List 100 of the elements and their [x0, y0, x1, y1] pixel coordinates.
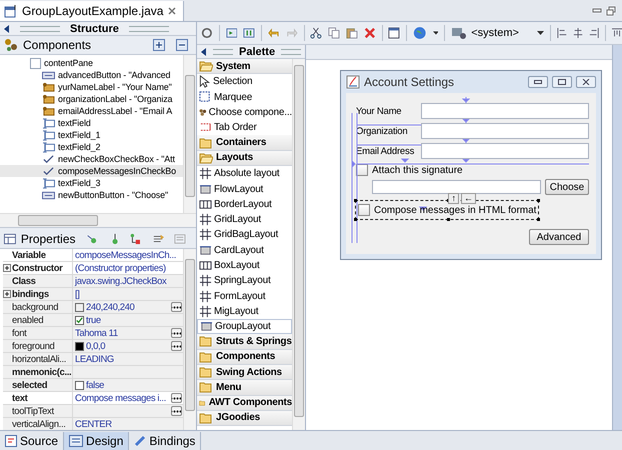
align-center-icon[interactable]	[572, 27, 583, 39]
expand-icon[interactable]	[3, 264, 11, 272]
undo-icon[interactable]	[268, 26, 280, 40]
minimize-button[interactable]	[528, 76, 548, 88]
palette-item[interactable]: SpringLayout	[197, 273, 292, 288]
scrollbar[interactable]	[0, 213, 196, 227]
palette-item[interactable]: CardLayout	[197, 242, 292, 258]
scrollbar[interactable]	[292, 59, 305, 430]
property-row[interactable]: selected false	[3, 379, 183, 392]
palette-category[interactable]: Components	[197, 350, 292, 365]
palette-item[interactable]: Selection	[197, 74, 292, 90]
scrollbar[interactable]	[183, 249, 196, 430]
tree-item[interactable]: newCheckBoxCheckBox - "Att	[0, 153, 183, 165]
editor-mode-tab[interactable]: Design	[64, 432, 130, 450]
checkbox[interactable]	[75, 316, 84, 324]
tree-item[interactable]: emailAddressLabel - "Email A	[0, 105, 183, 117]
tree-item[interactable]: yurNameLabel - "Your Name"	[0, 81, 183, 93]
palette-category[interactable]: Containers	[197, 135, 292, 151]
scrollbar[interactable]	[183, 55, 196, 213]
collapse-icon[interactable]	[4, 24, 10, 32]
palette-category[interactable]: Menu	[197, 380, 292, 396]
ellipsis-button[interactable]	[171, 406, 182, 416]
paste-icon[interactable]	[346, 26, 358, 40]
expand-icon[interactable]	[3, 290, 11, 298]
tree-item[interactable]: composeMessagesInCheckBo	[0, 165, 183, 177]
palette-item[interactable]: FlowLayout	[197, 181, 292, 197]
property-row[interactable]: enabled true	[3, 314, 183, 327]
align-right-icon[interactable]	[588, 27, 600, 39]
choose-button[interactable]: Choose	[545, 179, 589, 195]
anchor-button[interactable]: ↑	[448, 193, 459, 204]
maximize-button[interactable]	[552, 76, 572, 88]
checkbox[interactable]	[75, 380, 84, 390]
tree-item[interactable]: textField_1	[0, 129, 183, 141]
tree-item[interactable]: textField	[0, 117, 183, 129]
dropdown-arrow-icon[interactable]	[432, 31, 438, 35]
palette-item[interactable]: MigLayout	[197, 304, 292, 320]
palette-item[interactable]: GridLayout	[197, 212, 292, 228]
restore-icon[interactable]	[606, 6, 616, 16]
anchor-button[interactable]: ←	[460, 193, 476, 204]
tree-item[interactable]: newButtonButton - "Choose"	[0, 189, 183, 201]
palette-item[interactable]: BoxLayout	[197, 258, 292, 274]
expand-all-icon[interactable]	[153, 39, 165, 51]
palette-item[interactable]: BorderLayout	[197, 196, 292, 212]
palette-category[interactable]: Layouts	[197, 150, 292, 166]
palette-category[interactable]: JGoodies	[197, 410, 292, 426]
property-row[interactable]: foreground 0,0,0	[3, 340, 183, 353]
ellipsis-button[interactable]	[171, 341, 182, 351]
property-row[interactable]: horizontalAli... LEADING	[3, 353, 183, 366]
compose-checkbox[interactable]: Compose messages in HTML format	[356, 201, 538, 219]
cut-icon[interactable]	[310, 26, 322, 40]
palette-category[interactable]: AWT Components	[197, 396, 292, 411]
close-button[interactable]	[576, 76, 596, 88]
refresh-icon[interactable]	[201, 26, 213, 40]
ellipsis-button[interactable]	[171, 328, 182, 338]
palette-category[interactable]: System	[197, 59, 292, 74]
tree-item[interactable]: textField_2	[0, 141, 183, 153]
collapse-icon[interactable]	[201, 48, 207, 56]
attach-checkbox[interactable]: Attach this signature	[356, 163, 589, 177]
property-row[interactable]: Constructor (Constructor properties)	[3, 262, 183, 275]
property-row[interactable]: text Compose messages i...	[3, 392, 183, 405]
align-left-icon[interactable]	[556, 27, 567, 39]
editor-tab[interactable]: GroupLayoutExample.java	[0, 0, 184, 20]
look-and-feel-dropdown[interactable]: <system>	[451, 27, 544, 39]
close-icon[interactable]	[167, 6, 178, 16]
tree-item[interactable]: contentPane	[0, 57, 183, 69]
palette-item[interactable]: Choose compone...	[197, 104, 292, 120]
editor-mode-tab[interactable]: Source	[0, 432, 64, 450]
test-icon[interactable]	[226, 26, 238, 40]
property-row[interactable]: bindings []	[3, 288, 183, 301]
palette-item[interactable]: GridBagLayout	[197, 227, 292, 243]
text-field[interactable]	[421, 123, 589, 139]
palette-item[interactable]: Tab Order	[197, 120, 292, 136]
window-icon[interactable]	[388, 26, 400, 40]
event-icon[interactable]	[86, 233, 98, 245]
text-field[interactable]	[421, 103, 589, 119]
tree-item[interactable]: textField_3	[0, 177, 183, 189]
editor-mode-tab[interactable]: Bindings	[129, 432, 202, 450]
text-field[interactable]	[421, 143, 589, 159]
minimize-icon[interactable]	[592, 8, 602, 14]
palette-item[interactable]: Marquee	[197, 90, 292, 105]
property-row[interactable]: Class javax.swing.JCheckBox	[3, 275, 183, 288]
property-row[interactable]: Variable composeMessagesInCh...	[3, 249, 183, 262]
palette-item[interactable]: GroupLayout	[197, 319, 292, 334]
collapse-all-icon[interactable]	[176, 39, 188, 51]
property-row[interactable]: background 240,240,240	[3, 301, 183, 314]
globe-icon[interactable]	[413, 25, 426, 41]
ellipsis-button[interactable]	[171, 393, 182, 403]
advanced-button[interactable]: Advanced	[529, 229, 589, 245]
copy-icon[interactable]	[328, 26, 340, 40]
align-top-icon[interactable]	[612, 27, 622, 39]
property-row[interactable]: mnemonic(c...	[3, 366, 183, 379]
property-row[interactable]: toolTipText	[3, 405, 183, 418]
tree-item[interactable]: organizationLabel - "Organiza	[0, 93, 183, 105]
text-field[interactable]	[372, 180, 541, 194]
palette-item[interactable]: Absolute layout	[197, 166, 292, 182]
palette-item[interactable]: FormLayout	[197, 288, 292, 304]
delete-icon[interactable]	[364, 26, 376, 40]
palette-category[interactable]: Swing Actions	[197, 364, 292, 380]
tree-item[interactable]: advancedButton - "Advanced	[0, 69, 183, 81]
ellipsis-button[interactable]	[171, 302, 182, 312]
